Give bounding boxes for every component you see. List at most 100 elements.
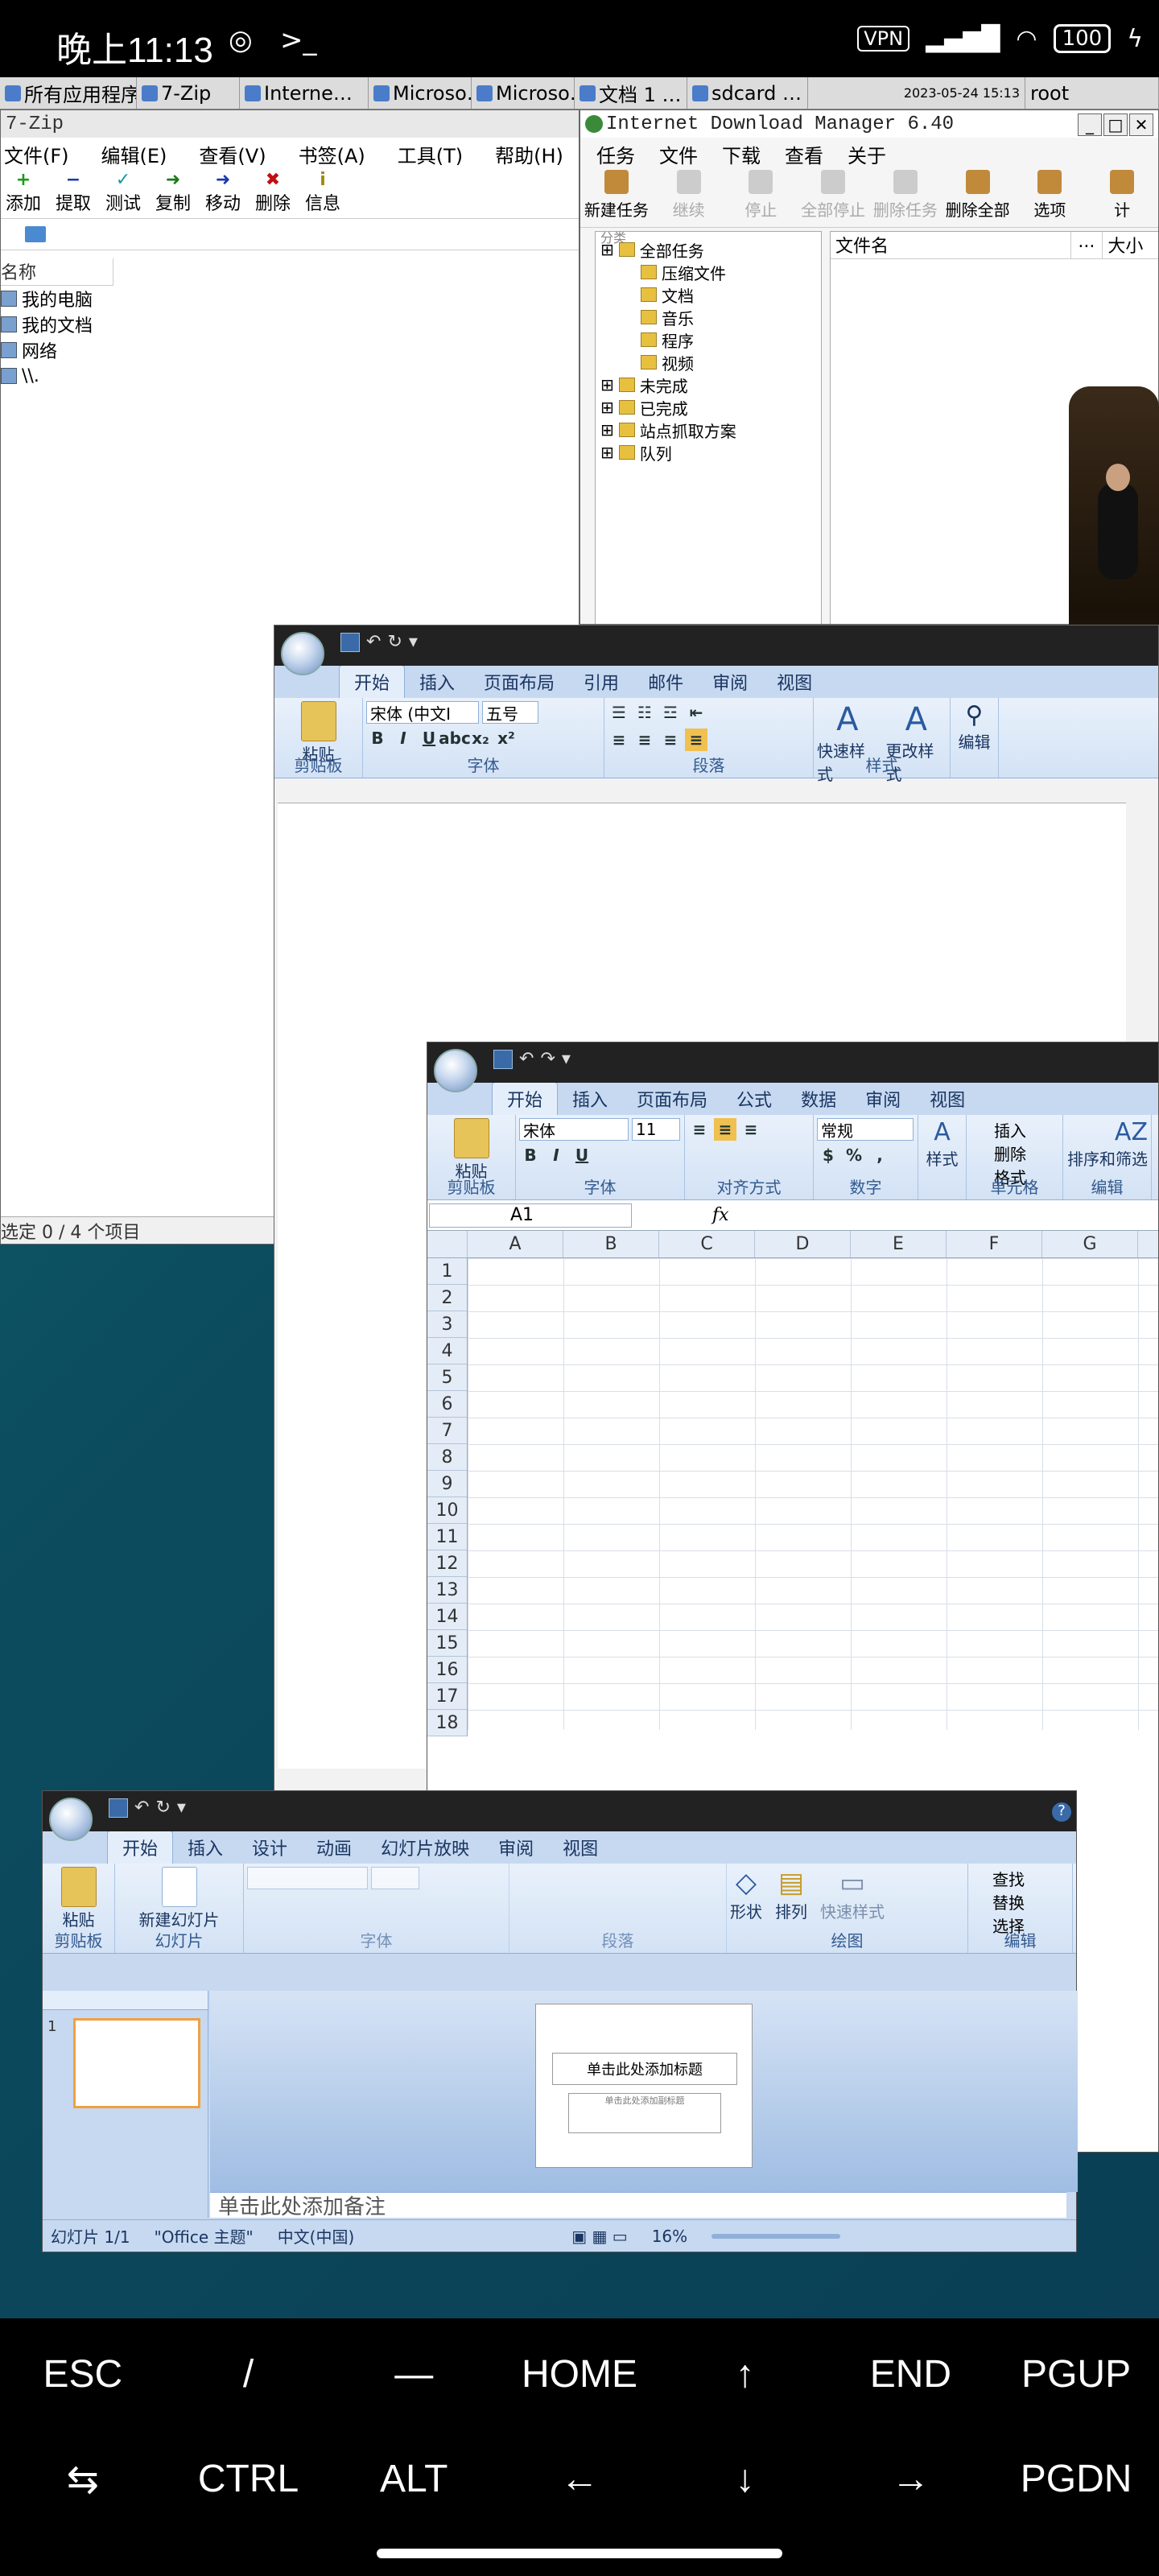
help-icon[interactable]: ? xyxy=(1052,1802,1071,1822)
column-header[interactable]: C xyxy=(659,1231,755,1257)
align-right-button[interactable]: ≡ xyxy=(659,729,682,751)
percent-button[interactable]: % xyxy=(843,1144,865,1166)
row-header[interactable]: 6 xyxy=(427,1391,467,1418)
menu-tools[interactable]: 工具(T) xyxy=(398,140,463,168)
menu-edit[interactable]: 编辑(E) xyxy=(101,140,167,168)
menu-tasks[interactable]: 任务 xyxy=(596,140,635,168)
key-row2-5[interactable]: → xyxy=(838,2457,983,2502)
tree-item[interactable]: 音乐 xyxy=(600,306,816,328)
undo-icon[interactable]: ↶ xyxy=(366,632,381,652)
thumbnail-tabs[interactable] xyxy=(43,1991,208,2010)
menu-file[interactable]: 文件 xyxy=(659,140,698,168)
replace-button[interactable]: 替换 xyxy=(971,1890,1069,1913)
insert-button[interactable]: 插入 xyxy=(970,1118,1059,1141)
tab-0[interactable]: 开始 xyxy=(339,665,406,698)
expand-icon[interactable]: ⊞ xyxy=(600,398,614,417)
taskbar-item-idm[interactable]: Interne… xyxy=(240,77,369,109)
tree-item[interactable]: 压缩文件 xyxy=(600,261,816,283)
slide-title-placeholder[interactable]: 单击此处添加标题 xyxy=(552,2053,737,2085)
tab-3[interactable]: 动画 xyxy=(302,1831,366,1864)
list-item[interactable]: 网络 xyxy=(1,337,579,363)
minimize-button[interactable]: _ xyxy=(1078,114,1102,136)
align-top-button[interactable]: ≡ xyxy=(688,1118,711,1141)
idm-tool-button-4[interactable]: 删除任务 xyxy=(869,170,942,227)
size-combo[interactable] xyxy=(371,1867,419,1889)
address-bar[interactable] xyxy=(1,218,579,250)
maximize-button[interactable]: □ xyxy=(1103,114,1128,136)
underline-button[interactable]: U xyxy=(571,1144,593,1166)
menu-help[interactable]: 帮助(H) xyxy=(495,140,563,168)
sort-filter-button[interactable]: AZ 排序和筛选 xyxy=(1066,1118,1148,1170)
taskbar-item-sdcard[interactable]: sdcard … xyxy=(687,77,808,109)
toolbar-button-1[interactable]: − 提取 xyxy=(51,170,96,215)
font-combo[interactable]: 宋体 (中文I xyxy=(366,701,479,724)
idm-titlebar[interactable]: Internet Download Manager 6.40 xyxy=(580,110,1158,138)
tab-2[interactable]: 页面布局 xyxy=(469,666,569,698)
cells[interactable] xyxy=(468,1258,1158,1730)
ppt-titlebar[interactable]: ↶ ↻ ▾ ? xyxy=(43,1791,1076,1841)
tree-item[interactable]: 文档 xyxy=(600,283,816,306)
key-row1-0[interactable]: ESC xyxy=(10,2352,155,2396)
taskbar-item-excel[interactable]: Microso… xyxy=(472,77,575,109)
menu-download[interactable]: 下载 xyxy=(722,140,761,168)
toolbar-button-2[interactable]: ✓ 测试 xyxy=(101,170,146,215)
taskbar-item-word[interactable]: Microso… xyxy=(369,77,472,109)
style-button[interactable]: A 样式 xyxy=(922,1118,963,1170)
column-filename[interactable]: 文件名 xyxy=(831,232,1071,258)
tree-item[interactable]: ⊞ 未完成 xyxy=(600,374,816,396)
toolbar-button-6[interactable]: i 信息 xyxy=(300,170,345,215)
tab-6[interactable]: 视图 xyxy=(915,1083,980,1115)
undo-icon[interactable]: ↶ xyxy=(134,1798,149,1818)
row-header[interactable]: 5 xyxy=(427,1364,467,1391)
tab-6[interactable]: 视图 xyxy=(762,666,827,698)
slide[interactable]: 单击此处添加标题 单击此处添加副标题 xyxy=(535,2004,753,2168)
font-combo[interactable]: 宋体 xyxy=(519,1118,629,1141)
tab-6[interactable]: 视图 xyxy=(548,1831,612,1864)
row-header[interactable]: 15 xyxy=(427,1630,467,1657)
column-more[interactable]: ... xyxy=(1071,232,1103,258)
idm-tool-button-1[interactable]: 继续 xyxy=(653,170,725,227)
row-header[interactable]: 12 xyxy=(427,1550,467,1577)
key-row2-3[interactable]: ← xyxy=(507,2457,652,2502)
key-row1-4[interactable]: ↑ xyxy=(673,2352,818,2396)
tree-item[interactable]: ⊞ 已完成 xyxy=(600,396,816,419)
bullets-button[interactable]: ☰ xyxy=(608,701,630,724)
tab-2[interactable]: 页面布局 xyxy=(622,1083,722,1115)
tree-item[interactable]: ⊞ 全部任务 xyxy=(600,238,816,261)
row-header[interactable]: 3 xyxy=(427,1311,467,1338)
menu-view[interactable]: 查看 xyxy=(785,140,823,168)
menu-about[interactable]: 关于 xyxy=(848,140,886,168)
key-row1-2[interactable]: — xyxy=(341,2352,486,2396)
row-header[interactable]: 4 xyxy=(427,1338,467,1364)
delete-button[interactable]: 删除 xyxy=(970,1141,1059,1165)
column-header[interactable]: E xyxy=(851,1231,947,1257)
idm-tool-button-7[interactable]: 计 xyxy=(1086,170,1158,227)
tab-1[interactable]: 插入 xyxy=(405,666,469,698)
redo-icon[interactable]: ↷ xyxy=(540,1049,555,1069)
save-icon[interactable] xyxy=(493,1049,513,1069)
undo-icon[interactable]: ↶ xyxy=(519,1049,534,1069)
list-item[interactable]: 我的电脑 xyxy=(1,286,579,312)
save-icon[interactable] xyxy=(340,632,360,652)
idm-tool-button-6[interactable]: 选项 xyxy=(1014,170,1087,227)
row-header[interactable]: 11 xyxy=(427,1524,467,1550)
column-header[interactable]: B xyxy=(563,1231,659,1257)
office-button[interactable] xyxy=(49,1798,93,1841)
key-row2-6[interactable]: PGDN xyxy=(1004,2457,1149,2502)
expand-icon[interactable]: ⊞ xyxy=(600,375,614,394)
bold-button[interactable]: B xyxy=(366,727,389,749)
column-header[interactable]: D xyxy=(755,1231,851,1257)
row-header[interactable]: 8 xyxy=(427,1444,467,1471)
key-row1-3[interactable]: HOME xyxy=(507,2352,652,2396)
list-item[interactable]: \\. xyxy=(1,363,579,389)
redo-icon[interactable]: ↻ xyxy=(387,632,402,652)
tab-0[interactable]: 开始 xyxy=(492,1082,559,1115)
strike-button[interactable]: abc xyxy=(439,727,471,749)
edit-button[interactable]: ⚲ 编辑 xyxy=(954,701,995,753)
row-header[interactable]: 16 xyxy=(427,1657,467,1683)
expand-icon[interactable]: ⊞ xyxy=(600,420,614,440)
expand-icon[interactable]: ⊞ xyxy=(600,240,614,259)
tab-5[interactable]: 审阅 xyxy=(851,1083,915,1115)
row-header[interactable]: 7 xyxy=(427,1418,467,1444)
tab-4[interactable]: 数据 xyxy=(786,1083,851,1115)
